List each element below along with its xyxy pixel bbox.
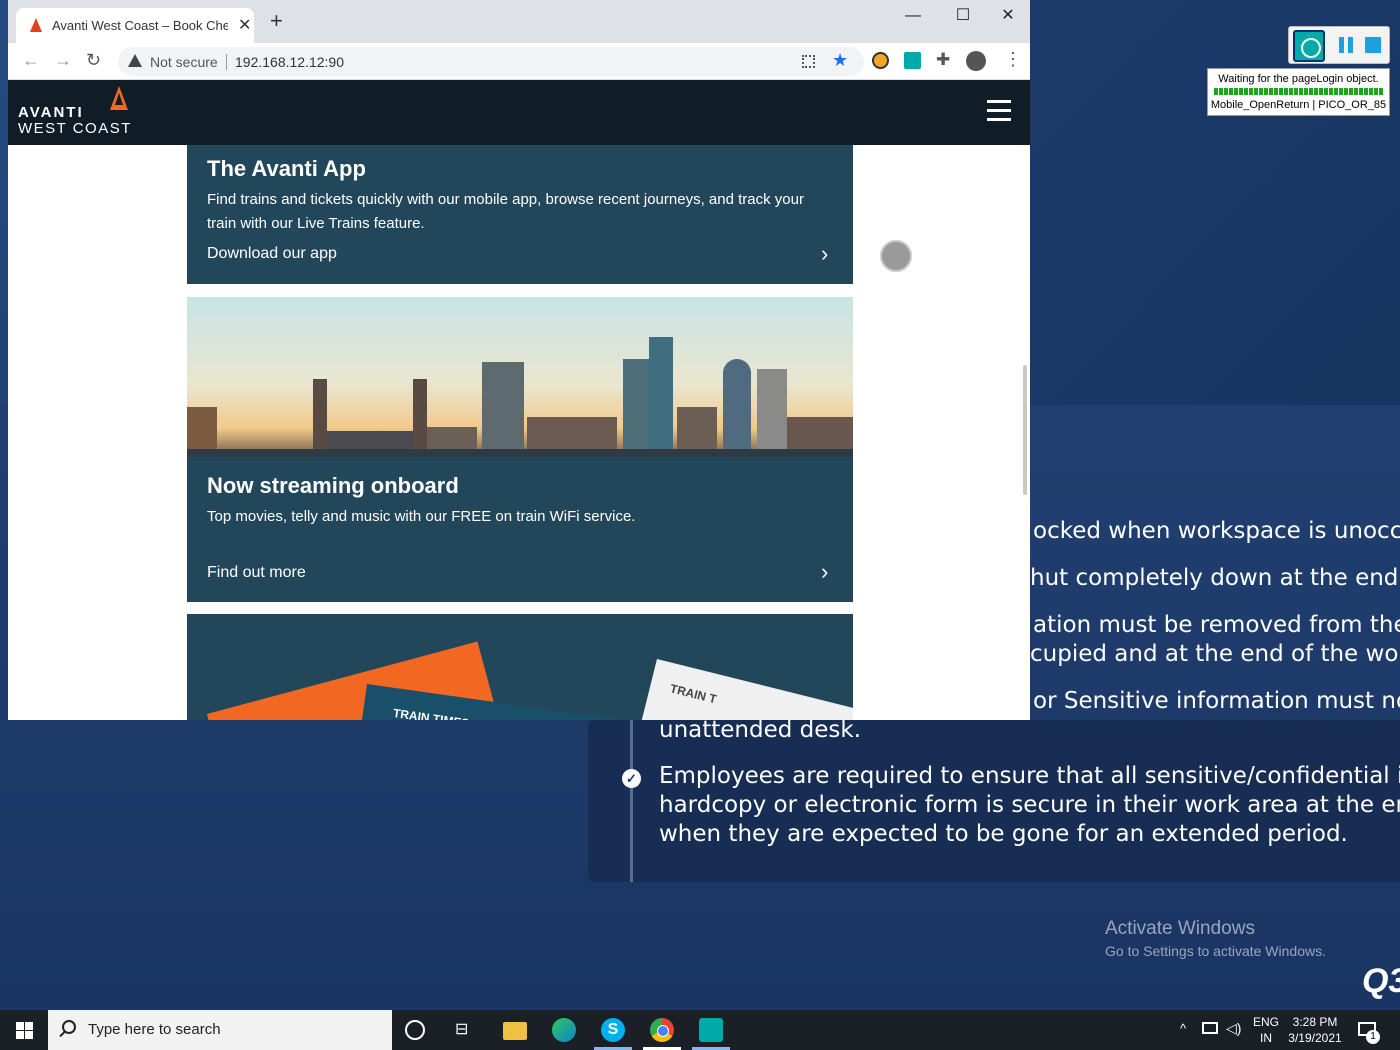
- extension-icon[interactable]: [872, 52, 889, 69]
- url-text[interactable]: 192.168.12.12:90: [235, 54, 344, 70]
- ticket-label: TRAIN T: [668, 681, 718, 707]
- page-scrollbar[interactable]: [1023, 365, 1027, 495]
- back-button[interactable]: ←: [22, 50, 40, 71]
- bg-line: unattended desk.: [659, 717, 862, 743]
- site-header: AVANTI WEST COAST: [8, 80, 1030, 145]
- logo-line1: AVANTI: [18, 104, 84, 121]
- new-tab-button[interactable]: +: [270, 10, 283, 32]
- bg-line: or Sensitive information must not: [1033, 688, 1400, 714]
- stop-button[interactable]: [1365, 37, 1381, 53]
- task-view-icon[interactable]: ⊟: [455, 1019, 479, 1043]
- robot-status-box: Waiting for the pageLogin object. Mobile…: [1207, 68, 1390, 116]
- bg-line: hut completely down at the end of: [1030, 565, 1400, 591]
- clock[interactable]: 3:28 PM 3/19/2021: [1286, 1014, 1344, 1046]
- cortana-icon[interactable]: [405, 1020, 425, 1040]
- streaming-card: Now streaming onboard Top movies, telly …: [187, 297, 853, 602]
- clock-date: 3/19/2021: [1288, 1031, 1342, 1045]
- pause-button[interactable]: [1339, 37, 1355, 53]
- tickets-card: TRAIN TIMES TRAIN T: [187, 614, 853, 720]
- language-indicator[interactable]: ENG IN: [1253, 1014, 1279, 1046]
- chrome-icon[interactable]: [650, 1018, 674, 1042]
- activate-title: Activate Windows: [1105, 918, 1255, 939]
- card-title: The Avanti App: [207, 156, 366, 181]
- chevron-right-icon[interactable]: ›: [821, 241, 828, 267]
- browser-window: Avanti West Coast – Book Cheap ✕ + — ☐ ✕…: [8, 0, 1030, 720]
- ticket-label: TRAIN TIMES: [392, 706, 471, 720]
- skype-icon[interactable]: S: [601, 1018, 625, 1042]
- corner-text: Q3: [1362, 962, 1400, 1000]
- robot-status-message: Waiting for the pageLogin object.: [1218, 73, 1379, 85]
- forward-button[interactable]: →: [54, 50, 72, 71]
- show-hidden-icons-icon[interactable]: ^: [1180, 1021, 1186, 1036]
- reload-button[interactable]: ↻: [86, 50, 101, 71]
- qr-code-icon[interactable]: [802, 55, 815, 68]
- puzzle-extensions-icon[interactable]: ✚: [936, 50, 950, 70]
- file-explorer-icon[interactable]: [503, 1022, 527, 1040]
- ticket-image: TRAIN TIMES: [354, 684, 665, 720]
- robot-process-info: Mobile_OpenReturn | PICO_OR_85: [1210, 99, 1387, 111]
- page-content: AVANTI WEST COAST The Avanti App Find tr…: [8, 80, 1030, 720]
- bg-line: ation must be removed from the d: [1033, 612, 1400, 638]
- network-icon[interactable]: [1202, 1022, 1218, 1034]
- taskbar: Type here to search ⊟ S ^ ◁) ENG IN 3:28…: [0, 1010, 1400, 1050]
- activate-windows-watermark: Activate Windows Go to Settings to activ…: [1105, 918, 1326, 959]
- tab-avanti[interactable]: Avanti West Coast – Book Cheap ✕: [16, 8, 254, 43]
- robot-app-icon[interactable]: [1293, 30, 1325, 62]
- warning-icon[interactable]: [128, 54, 142, 67]
- chevron-right-icon[interactable]: ›: [821, 559, 828, 585]
- volume-icon[interactable]: ◁): [1226, 1020, 1241, 1037]
- card-description: Find trains and tickets quickly with our…: [207, 191, 804, 232]
- hamburger-menu-icon[interactable]: [987, 100, 1011, 122]
- card-description: Top movies, telly and music with our FRE…: [207, 508, 636, 525]
- notification-count: 1: [1366, 1030, 1380, 1044]
- bookmark-star-icon[interactable]: ★: [832, 50, 848, 71]
- download-app-link[interactable]: Download our app: [207, 245, 337, 263]
- checkmark-icon: ✓: [622, 769, 641, 788]
- minimize-button[interactable]: —: [898, 4, 928, 28]
- avanti-favicon-icon: [30, 18, 42, 32]
- taskbar-search-box[interactable]: Type here to search: [48, 1010, 392, 1050]
- robot-toolbar: [1288, 26, 1390, 64]
- robot-progress-bar: [1214, 88, 1383, 95]
- windows-start-icon[interactable]: [16, 1022, 33, 1039]
- ticket-image: TRAIN T: [632, 659, 853, 720]
- bg-line: when they are expected to be gone for an…: [659, 821, 1348, 847]
- robot-taskbar-icon[interactable]: [699, 1018, 723, 1042]
- card-title: Now streaming onboard: [207, 473, 459, 498]
- logo-line2: WEST COAST: [18, 120, 132, 137]
- tab-close-icon[interactable]: ✕: [238, 15, 251, 35]
- clock-time: 3:28 PM: [1292, 1015, 1338, 1029]
- bg-line: ocked when workspace is unoccup: [1033, 518, 1400, 544]
- tab-title: Avanti West Coast – Book Cheap: [52, 18, 228, 33]
- london-skyline-image: [187, 297, 853, 457]
- close-window-button[interactable]: ✕: [993, 4, 1023, 28]
- profile-icon[interactable]: [966, 51, 986, 71]
- address-bar[interactable]: Not secure 192.168.12.12:90 ★: [118, 47, 864, 76]
- robot-extension-icon[interactable]: [904, 52, 921, 69]
- security-label[interactable]: Not secure: [150, 54, 218, 70]
- search-placeholder: Type here to search: [88, 1021, 221, 1038]
- browser-menu-icon[interactable]: ⋮: [1004, 49, 1022, 70]
- bg-line: Employees are required to ensure that al…: [659, 763, 1400, 789]
- tab-bar: Avanti West Coast – Book Cheap ✕ + — ☐ ✕: [8, 0, 1030, 43]
- avanti-app-card: The Avanti App Find trains and tickets q…: [187, 145, 853, 284]
- bg-line: cupied and at the end of the work: [1030, 641, 1400, 667]
- find-out-more-link[interactable]: Find out more: [207, 564, 306, 582]
- cursor-indicator: [880, 240, 912, 272]
- edge-icon[interactable]: [552, 1018, 576, 1042]
- bg-line: hardcopy or electronic form is secure in…: [659, 792, 1400, 818]
- maximize-button[interactable]: ☐: [948, 4, 978, 28]
- logo-mark-icon: [110, 86, 128, 110]
- activate-subtitle: Go to Settings to activate Windows.: [1105, 943, 1326, 959]
- browser-toolbar: ← → ↻ Not secure 192.168.12.12:90 ★ ✚ ⋮: [8, 43, 1030, 80]
- search-icon: [62, 1020, 76, 1034]
